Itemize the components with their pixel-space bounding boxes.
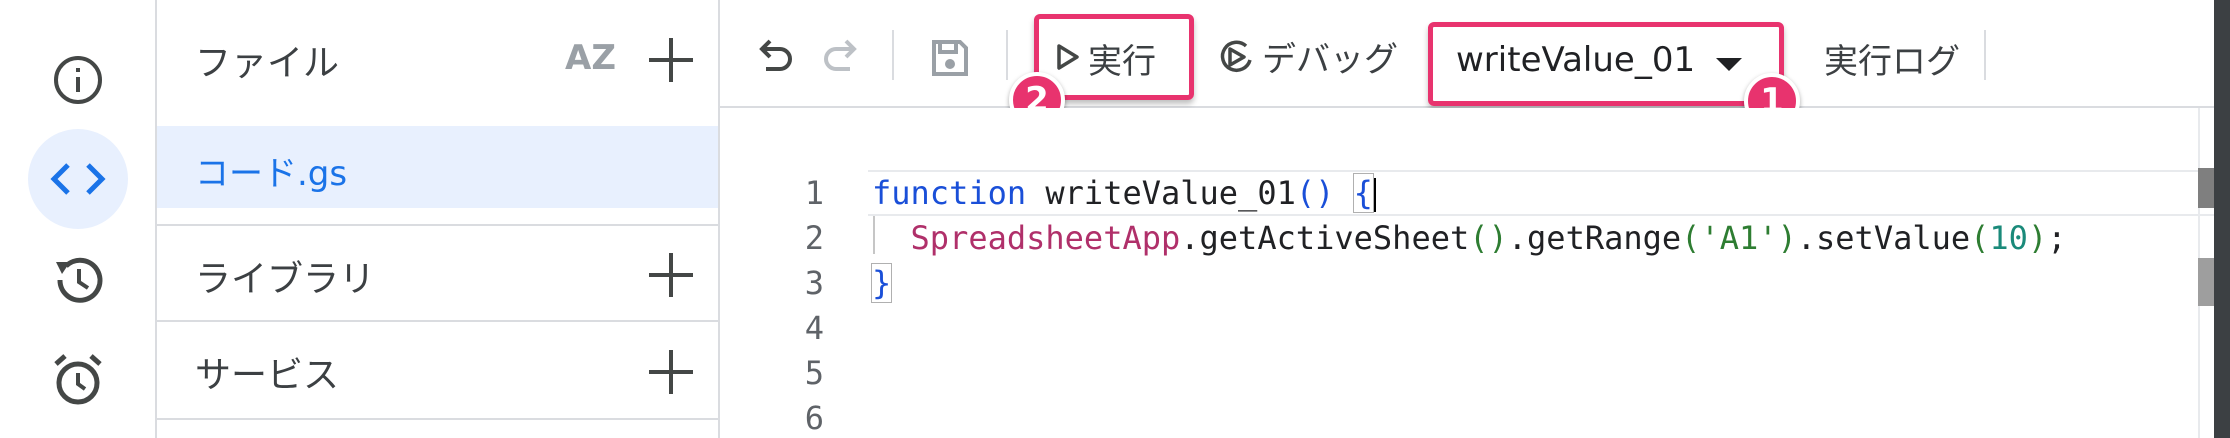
divider: [157, 320, 718, 322]
divider: [157, 418, 718, 420]
text-cursor: [1372, 178, 1376, 212]
line-number: 4: [804, 309, 824, 347]
window-edge: [2214, 0, 2230, 438]
debug-button[interactable]: デバッグ: [1216, 22, 1416, 86]
save-icon: [932, 40, 968, 76]
line-number: 6: [804, 399, 824, 437]
function-select-highlight-box: [1428, 22, 1784, 106]
class-token: SpreadsheetApp: [910, 219, 1181, 257]
sort-az-icon: AZ: [565, 38, 616, 78]
executions-button[interactable]: [28, 230, 128, 330]
code-icon: [50, 163, 106, 195]
keyword-token: function: [872, 174, 1027, 212]
triggers-button[interactable]: [28, 330, 128, 430]
semicolon-token: ;: [2047, 219, 2067, 257]
paren-token: (: [1970, 219, 1990, 257]
file-item[interactable]: コード.gs: [157, 126, 718, 208]
redo-icon: [824, 39, 857, 71]
paren-token: (): [1469, 219, 1508, 257]
add-service-button[interactable]: [649, 350, 693, 394]
code-line-1: function writeValue_01() {: [872, 173, 1376, 213]
execution-log-button[interactable]: 実行ログ: [1800, 22, 1960, 86]
overview-button[interactable]: [28, 30, 128, 130]
code-line-3: }: [870, 263, 893, 303]
undo-icon: [759, 39, 792, 71]
line-number: 5: [804, 354, 824, 392]
line-number: 1: [804, 174, 824, 212]
services-header: サービス: [195, 355, 340, 396]
add-file-button[interactable]: [649, 38, 693, 82]
separator: [892, 30, 894, 80]
divider: [157, 224, 718, 226]
line-number: 2: [804, 219, 824, 257]
save-button[interactable]: [928, 36, 972, 80]
paren-token: ): [1777, 219, 1797, 257]
debug-label: デバッグ: [1262, 40, 1398, 80]
overview-ruler-mark: [2198, 168, 2214, 208]
string-token: 'A1': [1700, 219, 1778, 257]
number-token: 10: [1989, 219, 2028, 257]
code-line-2: SpreadsheetApp.getActiveSheet().getRange…: [872, 219, 2067, 257]
separator: [1984, 30, 1986, 80]
debug-icon: [1220, 40, 1252, 73]
undo-button[interactable]: [752, 35, 796, 79]
code-editor[interactable]: 1 2 3 4 5 6 function writeValue_01() { S…: [720, 108, 2230, 438]
alarm-icon: [54, 354, 102, 405]
add-library-button[interactable]: [649, 253, 693, 297]
paren-token: (): [1295, 174, 1335, 212]
brace-token: {: [1352, 173, 1374, 213]
file-name: コード.gs: [195, 154, 348, 194]
separator: [1006, 30, 1008, 80]
method-token: .getActiveSheet: [1180, 219, 1470, 257]
brace-token: }: [870, 263, 893, 303]
editor-button[interactable]: [28, 129, 128, 229]
libraries-header: ライブラリ: [195, 259, 376, 300]
method-token: .getRange: [1507, 219, 1682, 257]
sort-files-button[interactable]: AZ: [565, 38, 625, 86]
redo-button[interactable]: [820, 35, 864, 79]
line-number: 3: [804, 264, 824, 302]
history-icon: [56, 257, 103, 303]
function-name-token: writeValue_01: [1026, 174, 1296, 212]
paren-token: ): [2027, 219, 2048, 257]
scrollbar-thumb[interactable]: [2198, 258, 2214, 306]
paren-token: (: [1681, 219, 1701, 257]
files-header: ファイル: [195, 43, 340, 84]
left-rail: [0, 0, 157, 438]
info-icon: [54, 56, 102, 104]
editor-toolbar: 実行 2 デバッグ writeValue_01 1 実行ログ: [720, 0, 2230, 129]
method-token: .setValue: [1796, 219, 1971, 257]
file-panel: ファイル AZ コード.gs ライブラリ サービス: [157, 0, 720, 438]
execution-log-label: 実行ログ: [1824, 42, 1960, 82]
